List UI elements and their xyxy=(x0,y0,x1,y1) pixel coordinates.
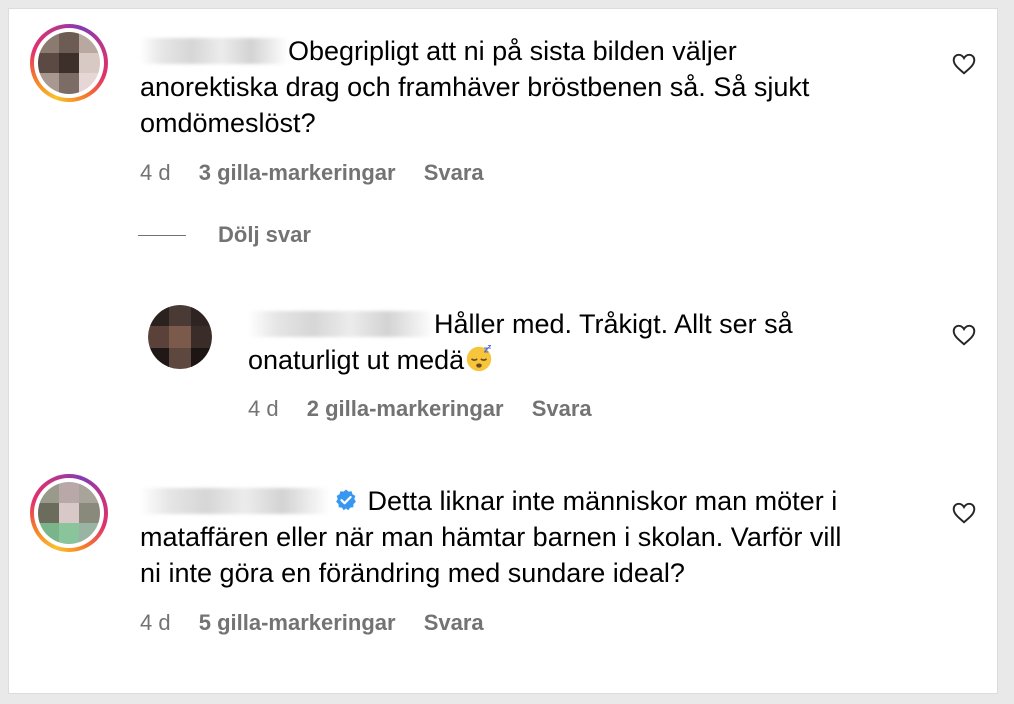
reply-meta: 4 d 2 gilla-markeringar Svara xyxy=(248,396,614,422)
comment-time[interactable]: 4 d xyxy=(140,160,171,185)
like-button[interactable] xyxy=(951,51,977,77)
like-button[interactable] xyxy=(951,322,977,348)
username-redacted[interactable] xyxy=(140,488,330,514)
verified-badge-icon xyxy=(336,489,356,511)
avatar-image xyxy=(38,32,100,94)
reply-text: Håller med. Tråkigt. Allt ser så onaturl… xyxy=(248,309,793,375)
svg-text:z: z xyxy=(488,343,492,351)
likes-count[interactable]: 5 gilla-markeringar xyxy=(199,610,396,635)
comment-meta: 4 d 5 gilla-markeringar Svara xyxy=(140,610,506,636)
avatar-image xyxy=(38,482,100,544)
comment-text: Detta liknar inte människor man möter i … xyxy=(140,486,842,588)
likes-count[interactable]: 3 gilla-markeringar xyxy=(199,160,396,185)
hide-replies-label: Dölj svar xyxy=(218,222,311,247)
comment-time[interactable]: 4 d xyxy=(248,396,279,421)
comment-meta: 4 d 3 gilla-markeringar Svara xyxy=(140,160,506,186)
like-button[interactable] xyxy=(951,500,977,526)
heart-outline-icon xyxy=(952,502,976,524)
reply-button[interactable]: Svara xyxy=(532,396,592,421)
username-redacted[interactable] xyxy=(140,38,288,64)
likes-count[interactable]: 2 gilla-markeringar xyxy=(307,396,504,421)
avatar-story-ring[interactable] xyxy=(30,474,108,552)
reply-button[interactable]: Svara xyxy=(424,160,484,185)
comment-time[interactable]: 4 d xyxy=(140,610,171,635)
sleeping-face-icon: z z xyxy=(466,343,492,372)
avatar-image xyxy=(148,305,212,369)
heart-outline-icon xyxy=(952,53,976,75)
avatar[interactable] xyxy=(148,305,212,369)
divider-line xyxy=(138,234,186,236)
comment-text: Obegripligt att ni på sista bilden välje… xyxy=(140,36,810,138)
hide-replies-button[interactable]: Dölj svar xyxy=(138,220,311,250)
reply-button[interactable]: Svara xyxy=(424,610,484,635)
avatar-story-ring[interactable] xyxy=(30,24,108,102)
heart-outline-icon xyxy=(952,324,976,346)
username-redacted[interactable] xyxy=(248,311,434,337)
